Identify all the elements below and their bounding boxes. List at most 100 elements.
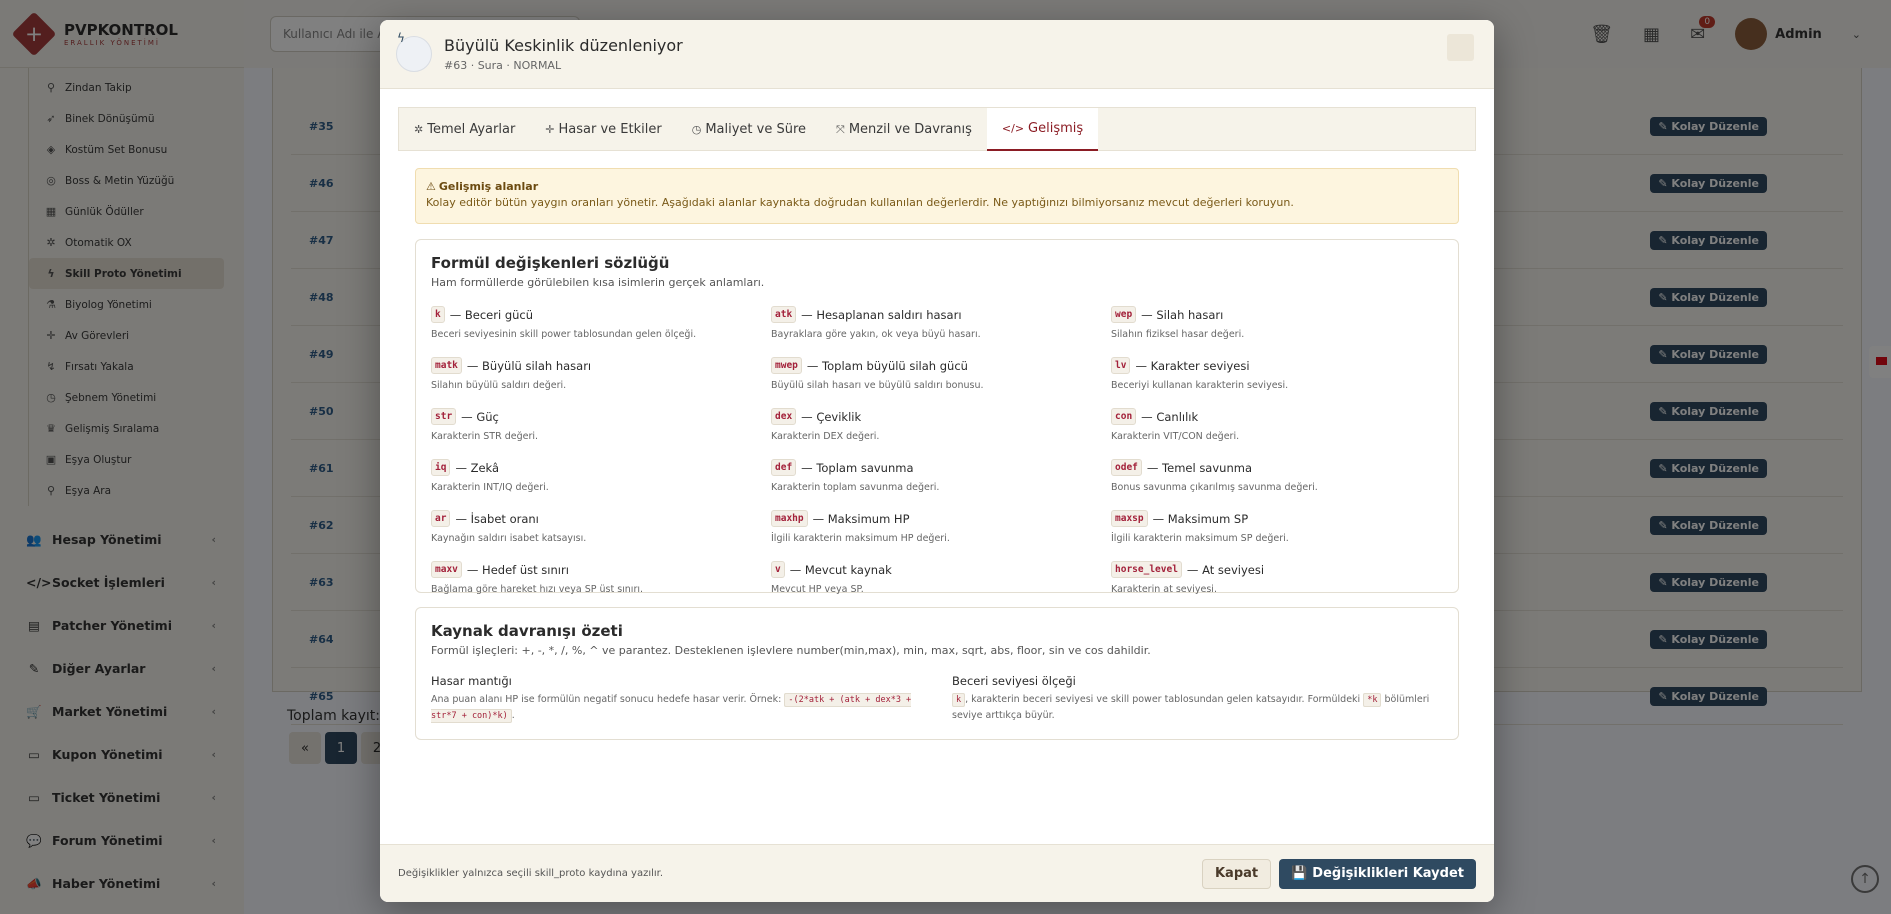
glossary-var: atk — Hesaplanan saldırı hasarı Bayraklara… bbox=[771, 306, 1101, 340]
sidebar-sub-item[interactable]: ♛ Gelişmiş Sıralama bbox=[29, 413, 244, 444]
save-button[interactable]: 💾 Değişiklikleri Kaydet bbox=[1279, 858, 1476, 889]
var-name: — Hedef üst sınırı bbox=[466, 562, 569, 577]
var-name: — Beceri gücü bbox=[449, 307, 534, 322]
easy-edit-button[interactable]: ✎ Kolay Düzenle bbox=[1650, 629, 1767, 649]
row-id[interactable]: #64 bbox=[309, 633, 334, 646]
sidebar-sub-item[interactable]: ✛ Av Görevleri bbox=[29, 320, 244, 351]
page-button[interactable]: 1 bbox=[325, 732, 357, 764]
trash-icon[interactable]: 🗑 bbox=[1590, 24, 1613, 45]
glossary-var: mwep — Toplam büyülü silah gücü Büyülü sil… bbox=[771, 357, 1101, 391]
brand[interactable]: PVPKONTROL ERALLIK YÖNETİMİ bbox=[0, 0, 244, 68]
row-id[interactable]: #47 bbox=[309, 234, 334, 247]
ticket-alt-icon: ▭ bbox=[28, 790, 40, 805]
easy-edit-button[interactable]: ✎ Kolay Düzenle bbox=[1650, 458, 1767, 478]
sidebar-sub-item[interactable]: ◷ Şebnem Yönetimi bbox=[29, 382, 244, 413]
clock-icon: ◷ bbox=[46, 391, 56, 404]
code-icon: </> bbox=[26, 575, 52, 590]
arrows-icon: ⤧ bbox=[836, 122, 845, 136]
tab[interactable]: ✛ Hasar ve Etkiler bbox=[530, 108, 676, 151]
sidebar-item[interactable]: 📣 Haber Yönetimi ‹ bbox=[0, 862, 244, 905]
sidebar-item[interactable]: ▭ Kupon Yönetimi ‹ bbox=[0, 733, 244, 776]
package-icon: ▤ bbox=[28, 618, 40, 633]
sidebar-sub-item-label: Av Görevleri bbox=[65, 329, 130, 342]
sidebar-sub-item[interactable]: ⚲ Zindan Takip bbox=[29, 72, 244, 103]
sidebar-sub-item[interactable]: ✲ Otomatik OX bbox=[29, 227, 244, 258]
sidebar-sub-item[interactable]: ◈ Kostüm Set Bonusu bbox=[29, 134, 244, 165]
tab[interactable]: ◷ Maliyet ve Süre bbox=[677, 108, 821, 151]
sidebar-item[interactable]: ▤ Patcher Yönetimi ‹ bbox=[0, 604, 244, 647]
page-button[interactable]: « bbox=[289, 732, 321, 764]
notification-icon[interactable]: ✉ 0 bbox=[1690, 15, 1716, 45]
easy-edit-button[interactable]: ✎ Kolay Düzenle bbox=[1650, 515, 1767, 535]
sidebar-sub-item[interactable]: ↯ Fırsatı Yakala bbox=[29, 351, 244, 382]
sidebar-sub-item[interactable]: ⚗ Biyolog Yönetimi bbox=[29, 289, 244, 320]
row-id[interactable]: #61 bbox=[309, 462, 334, 475]
sidebar-sub-item[interactable]: ⚲ Eşya Ara bbox=[29, 475, 244, 506]
var-name: — Maksimum SP bbox=[1152, 511, 1249, 526]
sidebar-item-label: Hesap Yönetimi bbox=[52, 532, 162, 547]
language-flag-icon[interactable] bbox=[1869, 346, 1891, 378]
gear-icon: ✲ bbox=[414, 123, 424, 136]
row-id[interactable]: #46 bbox=[309, 177, 334, 190]
cart-icon: 🛒 bbox=[26, 703, 42, 719]
tag-icon: ◈ bbox=[46, 143, 56, 156]
sidebar-item[interactable]: 💬 Forum Yönetimi ‹ bbox=[0, 819, 244, 862]
easy-edit-button[interactable]: ✎ Kolay Düzenle bbox=[1650, 230, 1767, 250]
calendar-icon[interactable]: ▦ bbox=[1643, 24, 1660, 45]
sidebar-item[interactable]: ✎ Diğer Ayarlar ‹ bbox=[0, 647, 244, 690]
tab[interactable]: ⤧ Menzil ve Davranış bbox=[821, 108, 987, 151]
admin-name[interactable]: Admin bbox=[1775, 27, 1822, 42]
chevron-down-icon[interactable]: ⌄ bbox=[1852, 28, 1861, 41]
sidebar-sub-item[interactable]: ➶ Binek Dönüşümü bbox=[29, 103, 244, 134]
glossary-desc: Ham formüllerde görülebilen kısa isimler… bbox=[431, 276, 765, 289]
easy-edit-button[interactable]: ✎ Kolay Düzenle bbox=[1650, 287, 1767, 307]
easy-edit-button[interactable]: ✎ Kolay Düzenle bbox=[1650, 686, 1767, 706]
pagination: «1 2 bbox=[289, 732, 393, 764]
crosshair-icon: ✛ bbox=[46, 329, 56, 342]
sidebar-sub-item[interactable]: ▣ Eşya Oluştur bbox=[29, 444, 244, 475]
easy-edit-button[interactable]: ✎ Kolay Düzenle bbox=[1650, 173, 1767, 193]
lightning-icon: ↯ bbox=[46, 360, 56, 373]
brand-subtitle: ERALLIK YÖNETİMİ bbox=[64, 38, 160, 47]
sidebar-item[interactable]: 👥 Hesap Yönetimi ‹ bbox=[0, 518, 244, 561]
glossary-var: horse_level — At seviyesi Karakterin at se… bbox=[1111, 561, 1441, 595]
tab[interactable]: ✲ Temel Ayarlar bbox=[399, 108, 530, 151]
var-code: maxv bbox=[431, 561, 462, 578]
sidebar-sub-item[interactable]: ▦ Günlük Ödüller bbox=[29, 196, 244, 227]
level-code-k: k bbox=[952, 693, 966, 707]
glossary-var: lv — Karakter seviyesi Beceriyi kullanan k… bbox=[1111, 357, 1441, 391]
var-code: maxsp bbox=[1111, 510, 1148, 527]
easy-edit-button[interactable]: ✎ Kolay Düzenle bbox=[1650, 572, 1767, 592]
row-id[interactable]: #65 bbox=[309, 690, 334, 703]
scroll-top-button[interactable]: ↑ bbox=[1851, 865, 1879, 893]
var-name: — Maksimum HP bbox=[812, 511, 910, 526]
chevron-left-icon: ‹ bbox=[211, 877, 216, 890]
var-name: — İsabet oranı bbox=[455, 511, 539, 526]
sidebar-item[interactable]: 🛒 Market Yönetimi ‹ bbox=[0, 690, 244, 733]
row-id[interactable]: #62 bbox=[309, 519, 334, 532]
sidebar-sub-item[interactable]: ϟ Skill Proto Yönetimi bbox=[29, 258, 224, 289]
avatar[interactable] bbox=[1735, 18, 1768, 50]
row-id[interactable]: #35 bbox=[309, 120, 334, 133]
easy-edit-button[interactable]: ✎ Kolay Düzenle bbox=[1650, 344, 1767, 364]
var-name: — Mevcut kaynak bbox=[789, 562, 892, 577]
easy-edit-button[interactable]: ✎ Kolay Düzenle bbox=[1650, 116, 1767, 136]
sidebar-main-menu: 👥 Hesap Yönetimi ‹ </> Socket İşlemleri ‹ ▤ Pat… bbox=[0, 518, 244, 905]
sidebar-item[interactable]: ▭ Ticket Yönetimi ‹ bbox=[0, 776, 244, 819]
close-button[interactable]: Kapat bbox=[1201, 858, 1272, 889]
sidebar-sub-item-label: Binek Dönüşümü bbox=[65, 112, 155, 125]
sidebar: PVPKONTROL ERALLIK YÖNETİMİ ⚲ Zindan Taki… bbox=[0, 0, 244, 914]
row-id[interactable]: #63 bbox=[309, 576, 334, 589]
warning-text: Kolay editör bütün yaygın oranları yönet… bbox=[426, 196, 1294, 209]
sidebar-sub-item[interactable]: ◎ Boss & Metin Yüzüğü bbox=[29, 165, 244, 196]
tab[interactable]: </> Gelişmiş bbox=[986, 108, 1099, 151]
easy-edit-button[interactable]: ✎ Kolay Düzenle bbox=[1650, 401, 1767, 421]
sidebar-sub-item-label: Eşya Ara bbox=[65, 484, 112, 497]
var-name: — At seviyesi bbox=[1186, 562, 1265, 577]
close-icon[interactable] bbox=[1447, 34, 1474, 61]
row-id[interactable]: #48 bbox=[309, 291, 334, 304]
pin-icon: ⚲ bbox=[46, 81, 56, 94]
row-id[interactable]: #49 bbox=[309, 348, 334, 361]
row-id[interactable]: #50 bbox=[309, 405, 334, 418]
sidebar-item[interactable]: </> Socket İşlemleri ‹ bbox=[0, 561, 244, 604]
